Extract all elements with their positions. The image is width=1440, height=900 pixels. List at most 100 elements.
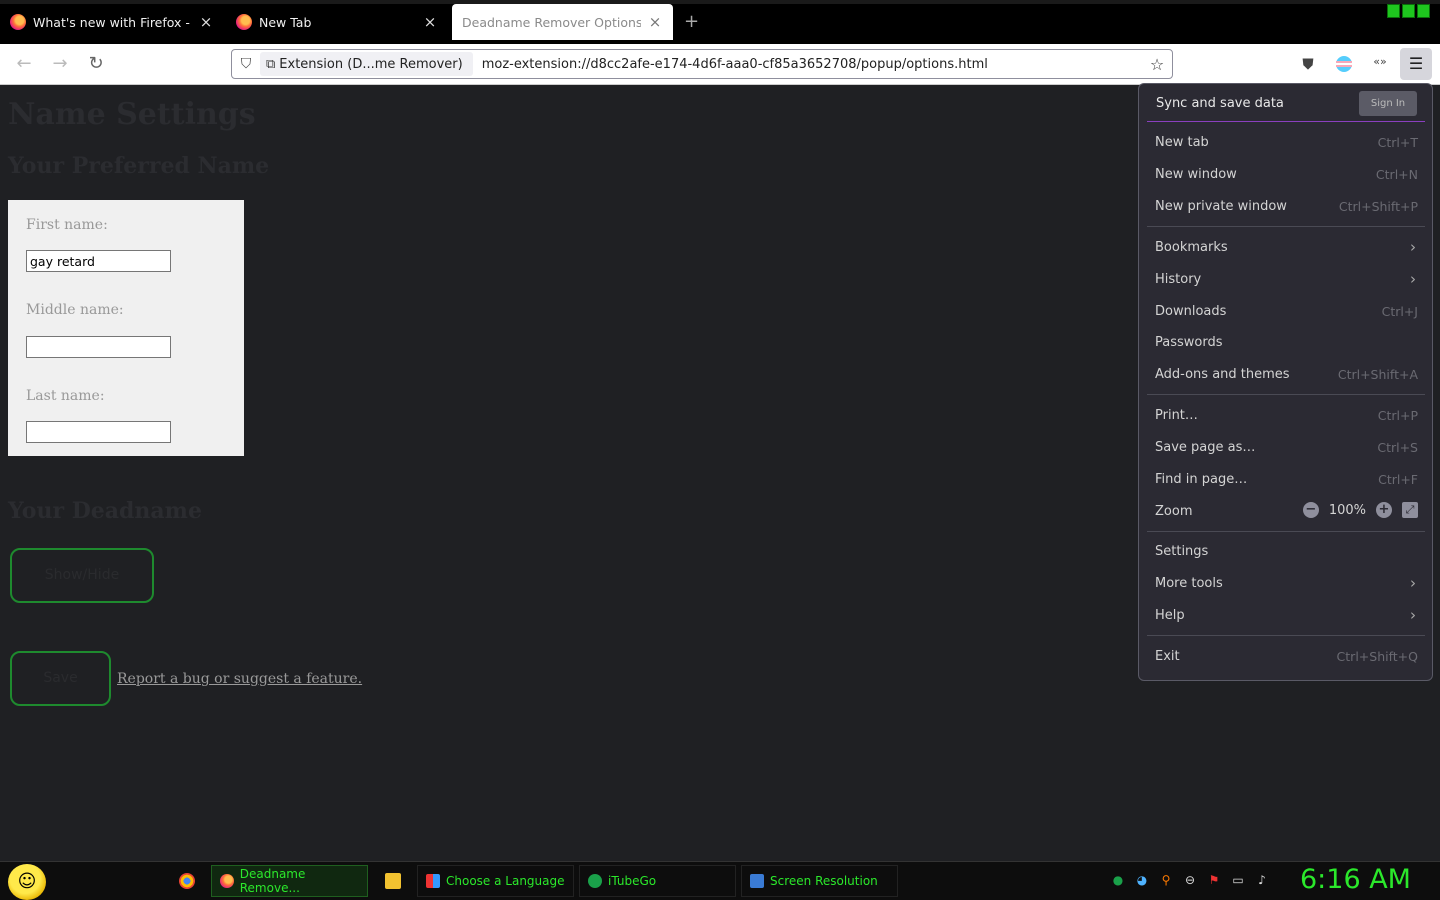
menu-item-downloads[interactable]: Downloads Ctrl+J (1155, 304, 1418, 326)
taskbar-app-screen-resolution[interactable]: Screen Resolution (741, 865, 898, 897)
tab-whats-new[interactable]: What's new with Firefox - More × (0, 4, 224, 40)
taskbar-app-deadname[interactable]: Deadname Remove... (211, 865, 368, 897)
middle-name-label: Middle name: (26, 302, 124, 318)
menu-item-settings[interactable]: Settings (1155, 544, 1418, 566)
menu-item-label: Zoom (1155, 504, 1193, 519)
network-icon[interactable]: ▭ (1230, 872, 1246, 888)
menu-item-addons[interactable]: Add-ons and themes Ctrl+Shift+A (1155, 367, 1418, 389)
chevron-right-icon: › (1410, 238, 1416, 256)
menu-item-shortcut: Ctrl+Shift+P (1338, 199, 1418, 214)
hamburger-menu-button[interactable]: ☰ (1400, 48, 1432, 80)
menu-item-history[interactable]: History › (1155, 270, 1418, 294)
back-button[interactable]: ← (14, 54, 34, 74)
monitor-icon (750, 874, 764, 888)
identity-label: Extension (D...me Remover) (279, 56, 463, 72)
menu-item-bookmarks[interactable]: Bookmarks › (1155, 238, 1418, 262)
sign-in-button[interactable]: Sign In (1359, 91, 1417, 116)
menu-item-find[interactable]: Find in page… Ctrl+F (1155, 472, 1418, 494)
menu-item-shortcut: Ctrl+S (1377, 440, 1418, 455)
folder-icon[interactable] (385, 873, 401, 889)
menu-item-shortcut: Ctrl+Shift+Q (1336, 649, 1418, 664)
page-title: Name Settings (8, 97, 256, 132)
pocket-icon[interactable]: ⛊ (1298, 55, 1318, 75)
last-name-input[interactable] (26, 421, 171, 443)
menu-item-label: History (1155, 272, 1202, 287)
menu-separator (1147, 635, 1425, 636)
account-icon[interactable] (1334, 55, 1354, 75)
tab-label: What's new with Firefox - More (33, 14, 192, 30)
firefox-icon (236, 14, 252, 30)
close-icon[interactable]: × (647, 13, 663, 31)
taskbar-app-label: Deadname Remove... (239, 867, 306, 895)
menu-item-label: Help (1155, 608, 1185, 623)
menu-item-exit[interactable]: Exit Ctrl+Shift+Q (1155, 649, 1418, 671)
zoom-value[interactable]: 100% (1329, 503, 1366, 518)
menu-item-label: Settings (1155, 544, 1209, 559)
url-bar[interactable]: ⛉ ⧉ Extension (D...me Remover) moz-exten… (231, 49, 1173, 79)
taskbar-app-label: Screen Resolution (770, 874, 878, 888)
middle-name-input[interactable] (26, 336, 171, 358)
menu-item-shortcut: Ctrl+Shift+A (1337, 367, 1418, 382)
tab-label: New Tab (259, 14, 312, 30)
minimize-button[interactable] (1387, 4, 1400, 18)
start-button-smiley-icon[interactable]: ☺ (8, 864, 46, 900)
menu-item-save-page[interactable]: Save page as… Ctrl+S (1155, 440, 1418, 462)
close-icon[interactable]: × (198, 13, 214, 31)
site-identity[interactable]: ⧉ Extension (D...me Remover) (260, 52, 473, 76)
itubego-icon (588, 874, 602, 888)
menu-item-label: Save page as… (1155, 440, 1256, 455)
taskbar-clock[interactable]: 6:16 AM (1300, 864, 1411, 895)
menu-item-zoom: Zoom − 100% + ⤢ (1155, 502, 1418, 526)
show-hide-button[interactable]: Show/Hide (10, 548, 154, 603)
menu-item-label: More tools (1155, 576, 1223, 591)
tab-deadname-options[interactable]: Deadname Remover Options × (452, 4, 673, 40)
close-window-button[interactable] (1417, 4, 1430, 18)
menu-item-more-tools[interactable]: More tools › (1155, 574, 1418, 598)
first-name-input[interactable] (26, 250, 171, 272)
extension-quote-icon[interactable]: «» (1370, 55, 1390, 75)
save-button[interactable]: Save (10, 651, 111, 706)
search-icon[interactable]: ⚲ (1158, 872, 1174, 888)
menu-item-new-tab[interactable]: New tab Ctrl+T (1155, 135, 1418, 157)
url-text[interactable]: moz-extension://d8cc2afe-e174-4d6f-aaa0-… (473, 57, 1142, 72)
maximize-button[interactable] (1402, 4, 1415, 18)
volume-icon[interactable]: ♪ (1254, 872, 1270, 888)
flag-icon[interactable]: ⚑ (1206, 872, 1222, 888)
chrome-icon[interactable] (179, 873, 195, 889)
reload-button[interactable]: ↻ (86, 54, 106, 74)
report-bug-link[interactable]: Report a bug or suggest a feature. (117, 671, 362, 687)
menu-item-new-window[interactable]: New window Ctrl+N (1155, 167, 1418, 189)
zoom-controls: − 100% + ⤢ (1302, 502, 1418, 518)
taskbar-app-choose-language[interactable]: Choose a Language (417, 865, 574, 897)
fullscreen-icon[interactable]: ⤢ (1402, 502, 1418, 518)
itubego-tray-icon[interactable]: ● (1110, 872, 1126, 888)
zoom-out-button[interactable]: − (1302, 502, 1319, 518)
minus-circle-icon[interactable]: ⊖ (1182, 872, 1198, 888)
taskbar-app-itubego[interactable]: iTubeGo (579, 865, 736, 897)
menu-item-help[interactable]: Help › (1155, 606, 1418, 630)
close-icon[interactable]: × (422, 13, 438, 31)
tab-new-tab[interactable]: New Tab × (226, 4, 448, 40)
shield-icon[interactable]: ⛉ (232, 56, 260, 72)
sync-section: Sync and save data Sign In (1147, 86, 1425, 122)
tab-strip: What's new with Firefox - More × New Tab… (0, 0, 1440, 44)
menu-item-label: Find in page… (1155, 472, 1248, 487)
puzzle-icon: ⧉ (266, 56, 276, 72)
menu-item-new-private-window[interactable]: New private window Ctrl+Shift+P (1155, 199, 1418, 221)
taskbar-app-label: iTubeGo (608, 874, 657, 888)
menu-item-passwords[interactable]: Passwords (1155, 335, 1418, 357)
menu-separator (1147, 226, 1425, 227)
nav-bar: ← → ↻ ⛉ ⧉ Extension (D...me Remover) moz… (0, 44, 1440, 85)
new-tab-button[interactable]: + (684, 11, 699, 32)
network-globe-icon[interactable]: ◕ (1134, 872, 1150, 888)
window-controls (1387, 4, 1430, 18)
forward-button[interactable]: → (50, 54, 70, 74)
bookmark-star-icon[interactable]: ☆ (1142, 55, 1172, 74)
menu-separator (1147, 531, 1425, 532)
menu-item-label: New tab (1155, 135, 1209, 150)
menu-item-print[interactable]: Print… Ctrl+P (1155, 408, 1418, 430)
zoom-in-button[interactable]: + (1376, 502, 1392, 518)
menu-separator (1147, 394, 1425, 395)
menu-item-shortcut: Ctrl+P (1377, 408, 1418, 423)
menu-item-shortcut: Ctrl+N (1375, 167, 1418, 182)
